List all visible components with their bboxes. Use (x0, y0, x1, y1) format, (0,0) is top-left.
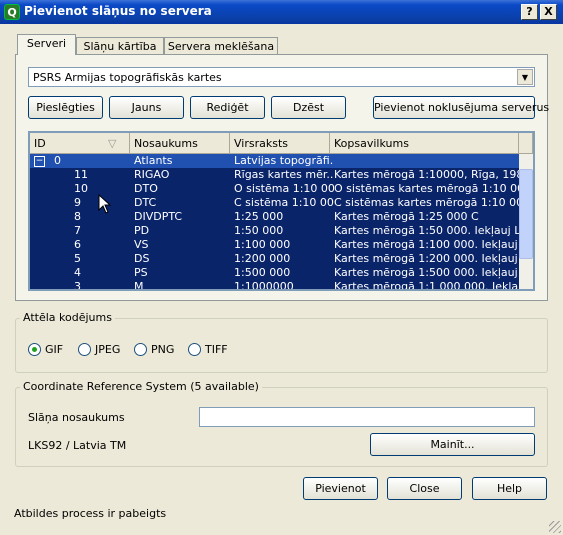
tree-root-row[interactable]: −0 Atlants Latvijas topogrāfi... (30, 154, 519, 168)
server-select-value: PSRS Armijas topogrāfiskās kartes (33, 71, 222, 84)
cell-title: 1:25 000 (234, 210, 284, 223)
add-button[interactable]: Pievienot (303, 477, 378, 500)
cell-name: DTC (134, 196, 157, 209)
resize-grip-icon[interactable] (549, 521, 561, 533)
table-row[interactable]: 3 M 1:1000000 Kartes mērogā 1:1 000 000. Ie… (30, 280, 519, 291)
cell-name: PS (134, 266, 148, 279)
server-select[interactable]: PSRS Armijas topogrāfiskās kartes ▼ (28, 67, 535, 87)
cell-summary: Kartes mērogā 1:200 000. Iekļauj L... (334, 252, 519, 265)
tab-servers[interactable]: Serveri (17, 34, 76, 55)
radio-button[interactable] (134, 343, 147, 356)
cell-summary: O sistēmas kartes mērogā 1:10 000 (334, 182, 519, 195)
tab-layer-order[interactable]: Slāņu kārtība (76, 37, 164, 55)
cell-title: Rīgas kartes mēr... (234, 168, 334, 181)
column-header-id[interactable]: ID ▽ (30, 133, 130, 154)
cell-summary: Kartes mērogā 1:500 000. Iekļauj p... (334, 266, 519, 279)
cell-summary: Kartes mērogā 1:50 000. Iekļauj La... (334, 224, 519, 237)
cell-title: 1:1000000 (234, 280, 294, 291)
layer-name-label: Slāņa nosaukums (28, 411, 125, 424)
cell-title: O sistēma 1:10 000 (234, 182, 334, 195)
cell-name: DTO (134, 182, 158, 195)
radio-label: TIFF (205, 343, 228, 356)
current-crs-label: LKS92 / Latvia TM (28, 439, 127, 452)
table-row[interactable]: 4 PS 1:500 000 Kartes mērogā 1:500 000. Iek… (30, 266, 519, 280)
cell-title: Latvijas topogrāfi... (234, 154, 334, 167)
radio-label: JPEG (95, 343, 121, 356)
column-header-summary[interactable]: Kopsavilkums (330, 133, 519, 154)
column-header-title[interactable]: Virsraksts (230, 133, 330, 154)
cell-name: DS (134, 252, 150, 265)
cell-summary: Kartes mērogā 1:1 000 000. Iekļauj... (334, 280, 519, 291)
cell-name: Atlants (134, 154, 173, 167)
table-row[interactable]: 7 PD 1:50 000 Kartes mērogā 1:50 000. Iekļa… (30, 224, 519, 238)
table-row[interactable]: 5 DS 1:200 000 Kartes mērogā 1:200 000. Iek… (30, 252, 519, 266)
layer-name-input[interactable] (199, 407, 535, 427)
radio-label: GIF (45, 343, 64, 356)
cell-title: 1:200 000 (234, 252, 291, 265)
chevron-down-icon[interactable]: ▼ (517, 69, 533, 85)
close-window-button[interactable]: X (540, 4, 557, 20)
cell-name: RIGAO (134, 168, 170, 181)
crs-legend: Coordinate Reference System (5 available… (20, 380, 262, 393)
radio-button[interactable] (188, 343, 201, 356)
cell-summary: Kartes mērogā 1:100 000. Iekļauj L... (334, 238, 519, 251)
mouse-cursor-icon (98, 194, 112, 214)
cell-name: VS (134, 238, 149, 251)
header-filler (519, 133, 533, 154)
cell-name: M (134, 280, 144, 291)
collapse-toggle-icon[interactable]: − (34, 156, 45, 167)
new-button[interactable]: Jauns (109, 96, 184, 119)
scrollbar-thumb[interactable] (519, 169, 533, 259)
cell-title: 1:50 000 (234, 224, 284, 237)
cell-title: 1:100 000 (234, 238, 291, 251)
radio-selected-dot (32, 347, 37, 352)
qgis-app-icon: Q (4, 4, 20, 20)
delete-button[interactable]: Dzēst (271, 96, 346, 119)
change-crs-button[interactable]: Mainīt... (370, 433, 535, 456)
radio-button[interactable] (28, 343, 41, 356)
column-header-id-label: ID (34, 137, 46, 150)
tab-server-search[interactable]: Servera meklēšana (164, 37, 278, 55)
sort-indicator-icon: ▽ (108, 137, 117, 150)
cell-name: PD (134, 224, 150, 237)
cell-summary: C sistēmas kartes mērogā 1:10 000 (334, 196, 519, 209)
cell-summary: Kartes mērogā 1:10000, Rīga, 198... (334, 168, 519, 181)
cell-title: C sistēma 1:10 000 (234, 196, 334, 209)
add-default-servers-button[interactable]: Pievienot noklusējuma serverus (373, 96, 549, 119)
column-header-name[interactable]: Nosaukums (130, 133, 230, 154)
connect-button[interactable]: Pieslēgties (28, 96, 103, 119)
help-title-button[interactable]: ? (521, 4, 538, 20)
title-bar: Q Pievienot slāņus no servera ? X (0, 0, 563, 24)
vertical-scrollbar[interactable] (519, 154, 533, 289)
help-button[interactable]: Help (472, 477, 547, 500)
image-encoding-legend: Attēla kodējums (20, 311, 115, 324)
cell-summary: Kartes mērogā 1:25 000 C (334, 210, 479, 223)
edit-button[interactable]: Rediģēt (190, 96, 265, 119)
window-title: Pievienot slāņus no servera (24, 4, 212, 18)
radio-label: PNG (151, 343, 175, 356)
cell-title: 1:500 000 (234, 266, 291, 279)
close-button[interactable]: Close (387, 477, 462, 500)
radio-button[interactable] (78, 343, 91, 356)
table-row[interactable]: 6 VS 1:100 000 Kartes mērogā 1:100 000. Iek… (30, 238, 519, 252)
table-row[interactable]: 11 RIGAO Rīgas kartes mēr... Kartes mērogā … (30, 168, 519, 182)
status-text: Atbildes process ir pabeigts (14, 507, 167, 520)
cell-name: DIVDPTC (134, 210, 183, 223)
